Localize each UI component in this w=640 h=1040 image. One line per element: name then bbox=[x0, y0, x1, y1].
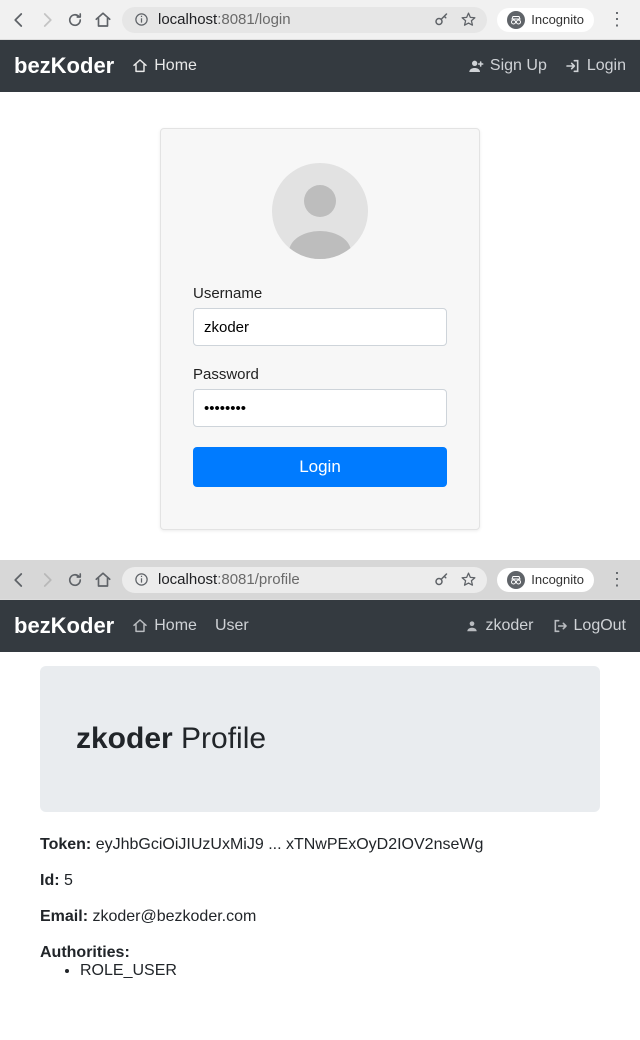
site-info-icon[interactable] bbox=[132, 571, 150, 589]
authorities-label: Authorities: bbox=[40, 944, 130, 961]
home-icon[interactable] bbox=[94, 571, 112, 589]
menu-kebab-icon[interactable]: ⋮ bbox=[604, 9, 630, 30]
authority-item: ROLE_USER bbox=[80, 962, 600, 980]
menu-kebab-icon[interactable]: ⋮ bbox=[604, 569, 630, 590]
profile-info: Token: eyJhbGciOiJIUzUxMiJ9 ... xTNwPExO… bbox=[40, 836, 600, 980]
nav-home-label: Home bbox=[154, 57, 197, 75]
app-navbar-profile: bezKoder Home User zkoder LogOut bbox=[0, 600, 640, 652]
nav-username-label: zkoder bbox=[485, 617, 533, 635]
incognito-label: Incognito bbox=[531, 572, 584, 587]
star-icon[interactable] bbox=[459, 11, 477, 29]
nav-username[interactable]: zkoder bbox=[465, 617, 533, 635]
key-icon[interactable] bbox=[433, 571, 451, 589]
nav-home[interactable]: Home bbox=[132, 57, 197, 75]
home-nav-icon bbox=[132, 58, 148, 74]
back-icon[interactable] bbox=[10, 571, 28, 589]
key-icon[interactable] bbox=[433, 11, 451, 29]
home-icon[interactable] bbox=[94, 11, 112, 29]
nav-signup[interactable]: Sign Up bbox=[468, 57, 547, 75]
nav-login[interactable]: Login bbox=[565, 57, 626, 75]
app-navbar-login: bezKoder Home Sign Up Login bbox=[0, 40, 640, 92]
login-button[interactable]: Login bbox=[193, 447, 447, 487]
sign-out-icon bbox=[552, 618, 568, 634]
nav-home-label: Home bbox=[154, 617, 197, 635]
reload-icon[interactable] bbox=[66, 571, 84, 589]
nav-signup-label: Sign Up bbox=[490, 57, 547, 75]
nav-home[interactable]: Home bbox=[132, 617, 197, 635]
token-row: Token: eyJhbGciOiJIUzUxMiJ9 ... xTNwPExO… bbox=[40, 836, 600, 854]
brand-logo[interactable]: bezKoder bbox=[14, 53, 114, 79]
username-input[interactable] bbox=[193, 308, 447, 346]
incognito-label: Incognito bbox=[531, 12, 584, 27]
avatar-placeholder bbox=[193, 163, 447, 259]
token-value: eyJhbGciOiJIUzUxMiJ9 ... xTNwPExOyD2IOV2… bbox=[96, 836, 484, 853]
id-row: Id: 5 bbox=[40, 872, 600, 890]
profile-jumbotron: zkoder Profile bbox=[40, 666, 600, 812]
reload-icon[interactable] bbox=[66, 11, 84, 29]
nav-user-label: User bbox=[215, 617, 249, 635]
profile-title-user: zkoder bbox=[76, 722, 173, 755]
token-label: Token: bbox=[40, 836, 91, 853]
incognito-icon bbox=[507, 11, 525, 29]
email-row: Email: zkoder@bezkoder.com bbox=[40, 908, 600, 926]
password-input[interactable] bbox=[193, 389, 447, 427]
browser-toolbar-login: localhost:8081/login Incognito ⋮ bbox=[0, 0, 640, 40]
username-label: Username bbox=[193, 285, 447, 302]
nav-logout-label: LogOut bbox=[574, 617, 626, 635]
forward-icon[interactable] bbox=[38, 571, 56, 589]
password-label: Password bbox=[193, 366, 447, 383]
authorities-list: ROLE_USER bbox=[80, 962, 600, 980]
incognito-indicator: Incognito bbox=[497, 8, 594, 32]
site-info-icon[interactable] bbox=[132, 11, 150, 29]
nav-logout[interactable]: LogOut bbox=[552, 617, 626, 635]
url-host: localhost bbox=[158, 571, 217, 588]
user-plus-icon bbox=[468, 58, 484, 74]
url-text: localhost:8081/login bbox=[158, 11, 291, 28]
address-bar[interactable]: localhost:8081/login bbox=[122, 7, 487, 33]
profile-title-word: Profile bbox=[173, 722, 266, 755]
incognito-icon bbox=[507, 571, 525, 589]
back-icon[interactable] bbox=[10, 11, 28, 29]
login-card: Username Password Login bbox=[160, 128, 480, 530]
email-value: zkoder@bezkoder.com bbox=[92, 908, 256, 925]
brand-logo[interactable]: bezKoder bbox=[14, 613, 114, 639]
url-path: :8081/profile bbox=[217, 571, 300, 588]
url-host: localhost bbox=[158, 11, 217, 28]
nav-login-label: Login bbox=[587, 57, 626, 75]
id-value: 5 bbox=[64, 872, 73, 889]
star-icon[interactable] bbox=[459, 571, 477, 589]
login-card-wrap: Username Password Login bbox=[0, 92, 640, 560]
browser-toolbar-profile: localhost:8081/profile Incognito ⋮ bbox=[0, 560, 640, 600]
avatar-icon bbox=[272, 163, 368, 259]
forward-icon[interactable] bbox=[38, 11, 56, 29]
url-path: :8081/login bbox=[217, 11, 290, 28]
sign-in-icon bbox=[565, 58, 581, 74]
authorities-row: Authorities: ROLE_USER bbox=[40, 944, 600, 980]
url-text: localhost:8081/profile bbox=[158, 571, 300, 588]
email-label: Email: bbox=[40, 908, 88, 925]
incognito-indicator: Incognito bbox=[497, 568, 594, 592]
id-label: Id: bbox=[40, 872, 60, 889]
user-icon bbox=[465, 619, 479, 633]
profile-title: zkoder Profile bbox=[76, 722, 564, 756]
nav-user[interactable]: User bbox=[215, 617, 249, 635]
home-nav-icon bbox=[132, 618, 148, 634]
address-bar[interactable]: localhost:8081/profile bbox=[122, 567, 487, 593]
